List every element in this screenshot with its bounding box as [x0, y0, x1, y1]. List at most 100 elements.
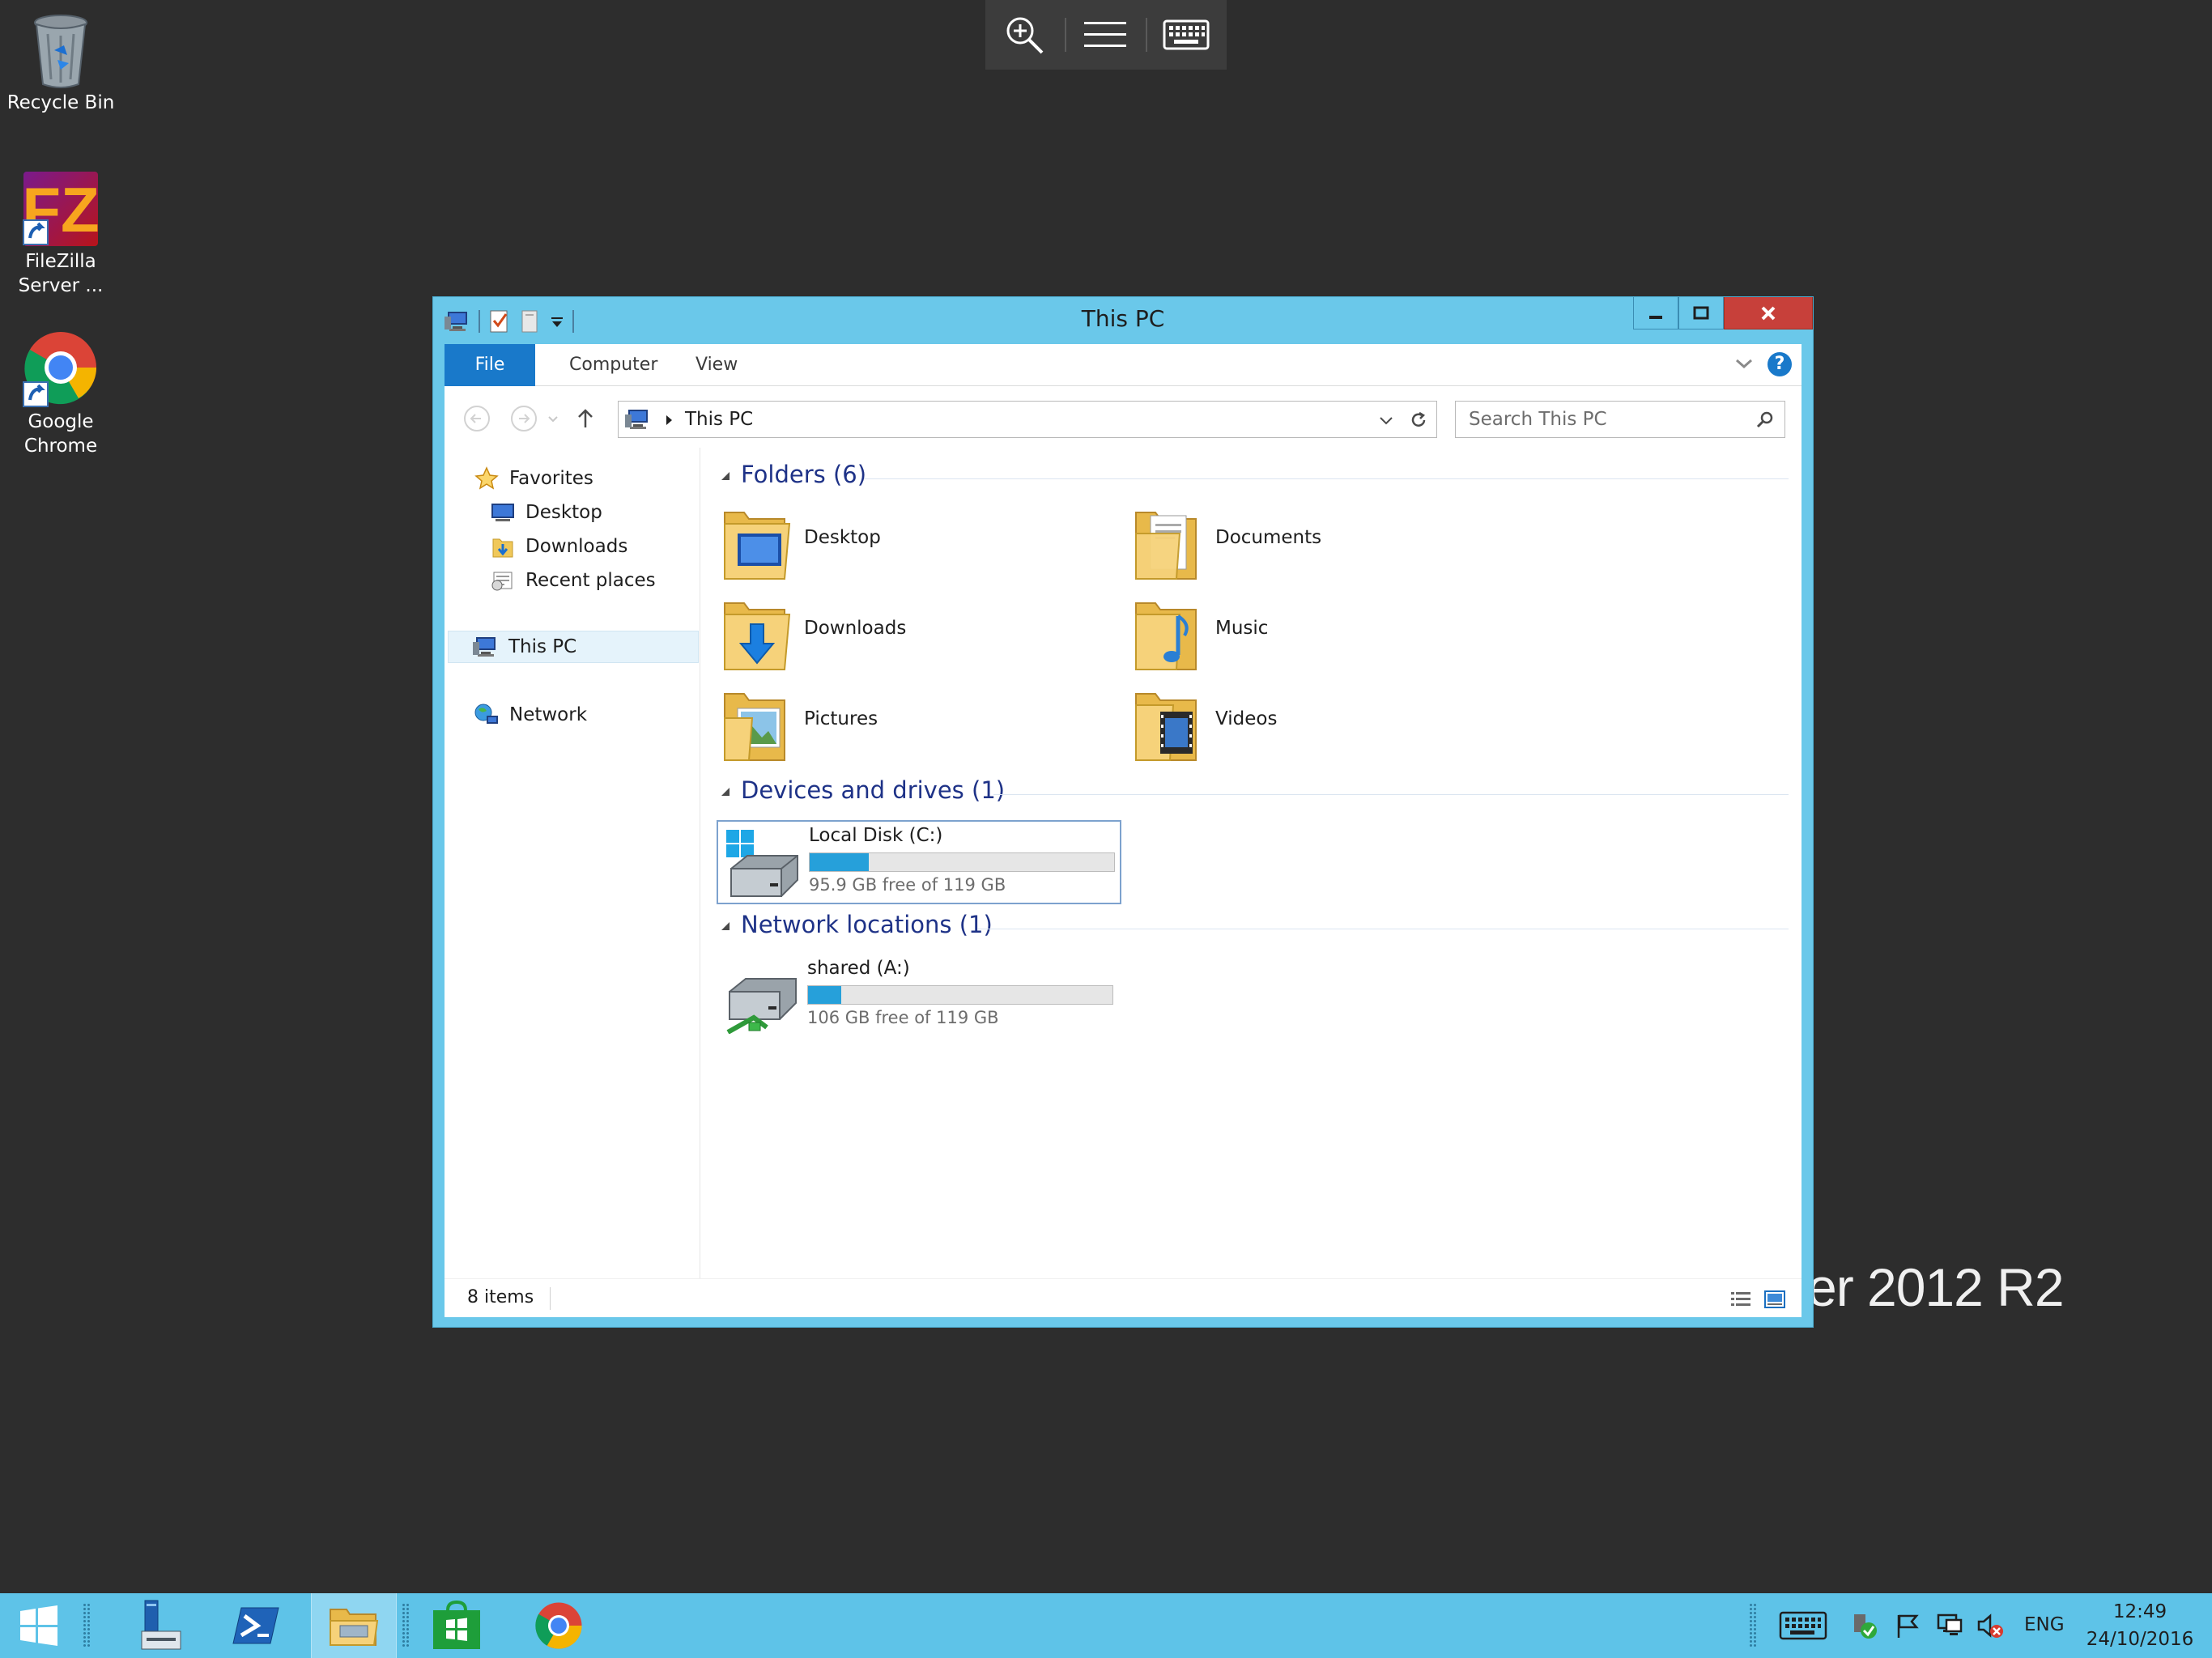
large-icons-view-icon: [1764, 1290, 1785, 1308]
recent-locations-button[interactable]: [543, 404, 563, 433]
address-bar[interactable]: This PC: [618, 401, 1437, 438]
touch-keyboard-icon: [1779, 1611, 1827, 1640]
details-view-button[interactable]: [1727, 1286, 1755, 1313]
refresh-icon[interactable]: [1409, 410, 1428, 430]
desktop-icon-google-chrome[interactable]: Google Chrome: [0, 329, 121, 458]
touch-keyboard-button[interactable]: [1775, 1593, 1831, 1658]
drive-local-disk-c[interactable]: Local Disk (C:) 95.9 GB free of 119 GB: [717, 820, 1121, 904]
folder-videos[interactable]: Videos: [1125, 682, 1497, 767]
nav-item-label: Recent places: [525, 570, 656, 591]
this-pc-icon: [473, 634, 499, 660]
folder-label: Pictures: [804, 708, 878, 729]
network-drive-shared-a[interactable]: shared (A:) 106 GB free of 119 GB: [717, 954, 1121, 1039]
tab-computer[interactable]: Computer: [547, 344, 680, 386]
folder-desktop[interactable]: Desktop: [713, 501, 1086, 585]
back-arrow-icon: [464, 406, 490, 432]
drive-usage-bar: [807, 985, 1113, 1005]
downloads-folder-icon: [490, 534, 516, 559]
filezilla-icon: FZ: [22, 172, 100, 246]
nav-item-recent-places[interactable]: Recent places: [490, 564, 656, 597]
taskbar-store[interactable]: [418, 1593, 496, 1658]
expand-ribbon-icon[interactable]: [1733, 354, 1755, 373]
documents-folder-icon: [1135, 512, 1197, 580]
tray-security-status[interactable]: [1846, 1593, 1882, 1658]
taskbar-grip[interactable]: [1749, 1603, 1757, 1648]
folder-pictures[interactable]: Pictures: [713, 682, 1086, 767]
close-icon: [1761, 306, 1776, 320]
nav-item-desktop[interactable]: Desktop: [490, 496, 602, 529]
nav-item-this-pc[interactable]: This PC: [448, 631, 699, 663]
up-button[interactable]: [571, 404, 600, 433]
breadcrumb-chevron-icon[interactable]: [662, 413, 675, 427]
windows-logo-icon: [20, 1605, 57, 1646]
taskbar-server-manager[interactable]: [118, 1593, 196, 1658]
folder-music[interactable]: Music: [1125, 592, 1497, 676]
tray-network[interactable]: [1932, 1593, 1967, 1658]
taskbar-powershell[interactable]: [217, 1593, 295, 1658]
taskbar-google-chrome[interactable]: [520, 1593, 598, 1658]
pictures-folder-icon: [724, 693, 785, 761]
chrome-icon: [535, 1602, 582, 1649]
back-button[interactable]: [462, 404, 491, 433]
nav-item-label: This PC: [508, 636, 577, 657]
taskbar-file-explorer[interactable]: [311, 1593, 397, 1658]
nav-item-favorites[interactable]: Favorites: [474, 462, 593, 495]
maximize-button[interactable]: [1678, 297, 1724, 329]
taskbar-grip[interactable]: [402, 1603, 410, 1648]
group-header-folders[interactable]: Folders (6): [720, 459, 1789, 495]
start-button[interactable]: [0, 1593, 78, 1658]
search-icon[interactable]: [1755, 410, 1775, 429]
folder-label: Desktop: [804, 527, 881, 548]
search-input[interactable]: [1467, 408, 1734, 431]
window-client-area: File Computer View ? This PC Search This…: [445, 344, 1802, 1317]
address-history-dropdown-icon[interactable]: [1378, 413, 1394, 427]
ribbon-tab-bar: File Computer View ?: [445, 344, 1802, 386]
group-divider: [864, 478, 1789, 479]
search-box[interactable]: [1455, 401, 1785, 438]
folder-downloads[interactable]: Downloads: [713, 592, 1086, 676]
large-icons-view-button[interactable]: [1761, 1286, 1789, 1313]
tab-view[interactable]: View: [673, 344, 760, 386]
chevron-down-icon: [548, 416, 558, 423]
desktop-icon-label: Server ...: [18, 275, 104, 296]
network-status-icon: [1937, 1613, 1963, 1635]
help-button[interactable]: ?: [1767, 352, 1792, 376]
window-titlebar[interactable]: This PC: [433, 297, 1813, 346]
network-drive-icon: [726, 978, 797, 1034]
desktop-icon-label: Chrome: [23, 436, 98, 457]
close-button[interactable]: [1724, 297, 1813, 329]
remote-session-toolbar: [985, 0, 1227, 70]
flag-icon: [1897, 1614, 1919, 1638]
recent-places-icon: [490, 568, 516, 593]
input-language-indicator[interactable]: ENG: [2024, 1614, 2065, 1635]
taskbar-grip[interactable]: [83, 1603, 91, 1648]
forward-button[interactable]: [509, 404, 538, 433]
zoom-button[interactable]: [985, 0, 1063, 70]
tray-volume[interactable]: [1972, 1593, 2008, 1658]
menu-button[interactable]: [1066, 0, 1144, 70]
minimize-button[interactable]: [1633, 297, 1678, 329]
tab-file[interactable]: File: [445, 344, 535, 386]
drive-usage-bar: [809, 852, 1115, 872]
minimize-icon: [1649, 315, 1662, 319]
network-icon: [474, 702, 500, 728]
group-header-network-locations[interactable]: Network locations (1): [720, 909, 1789, 945]
desktop-icon-label: Recycle Bin: [6, 92, 115, 113]
hamburger-menu-icon: [1084, 22, 1126, 47]
nav-item-network[interactable]: Network: [474, 699, 587, 731]
desktop-icon-filezilla[interactable]: FZ FileZilla Server ...: [0, 168, 121, 298]
keyboard-button[interactable]: [1147, 0, 1225, 70]
folder-documents[interactable]: Documents: [1125, 501, 1497, 585]
os-watermark: er 2012 R2: [1807, 1257, 2065, 1317]
nav-item-downloads[interactable]: Downloads: [490, 530, 627, 563]
videos-folder-icon: [1135, 693, 1197, 761]
clock-date: 24/10/2016: [2086, 1629, 2194, 1650]
tray-action-center[interactable]: [1890, 1593, 1925, 1658]
group-title: Folders (6): [741, 461, 867, 488]
group-header-devices-and-drives[interactable]: Devices and drives (1): [720, 775, 1789, 810]
drive-name: Local Disk (C:): [809, 825, 943, 846]
system-clock[interactable]: 12:49 24/10/2016: [2079, 1598, 2201, 1653]
navigation-bar: This PC: [445, 386, 1802, 448]
desktop-icon-recycle-bin[interactable]: Recycle Bin: [0, 10, 121, 115]
folder-label: Downloads: [804, 618, 907, 639]
